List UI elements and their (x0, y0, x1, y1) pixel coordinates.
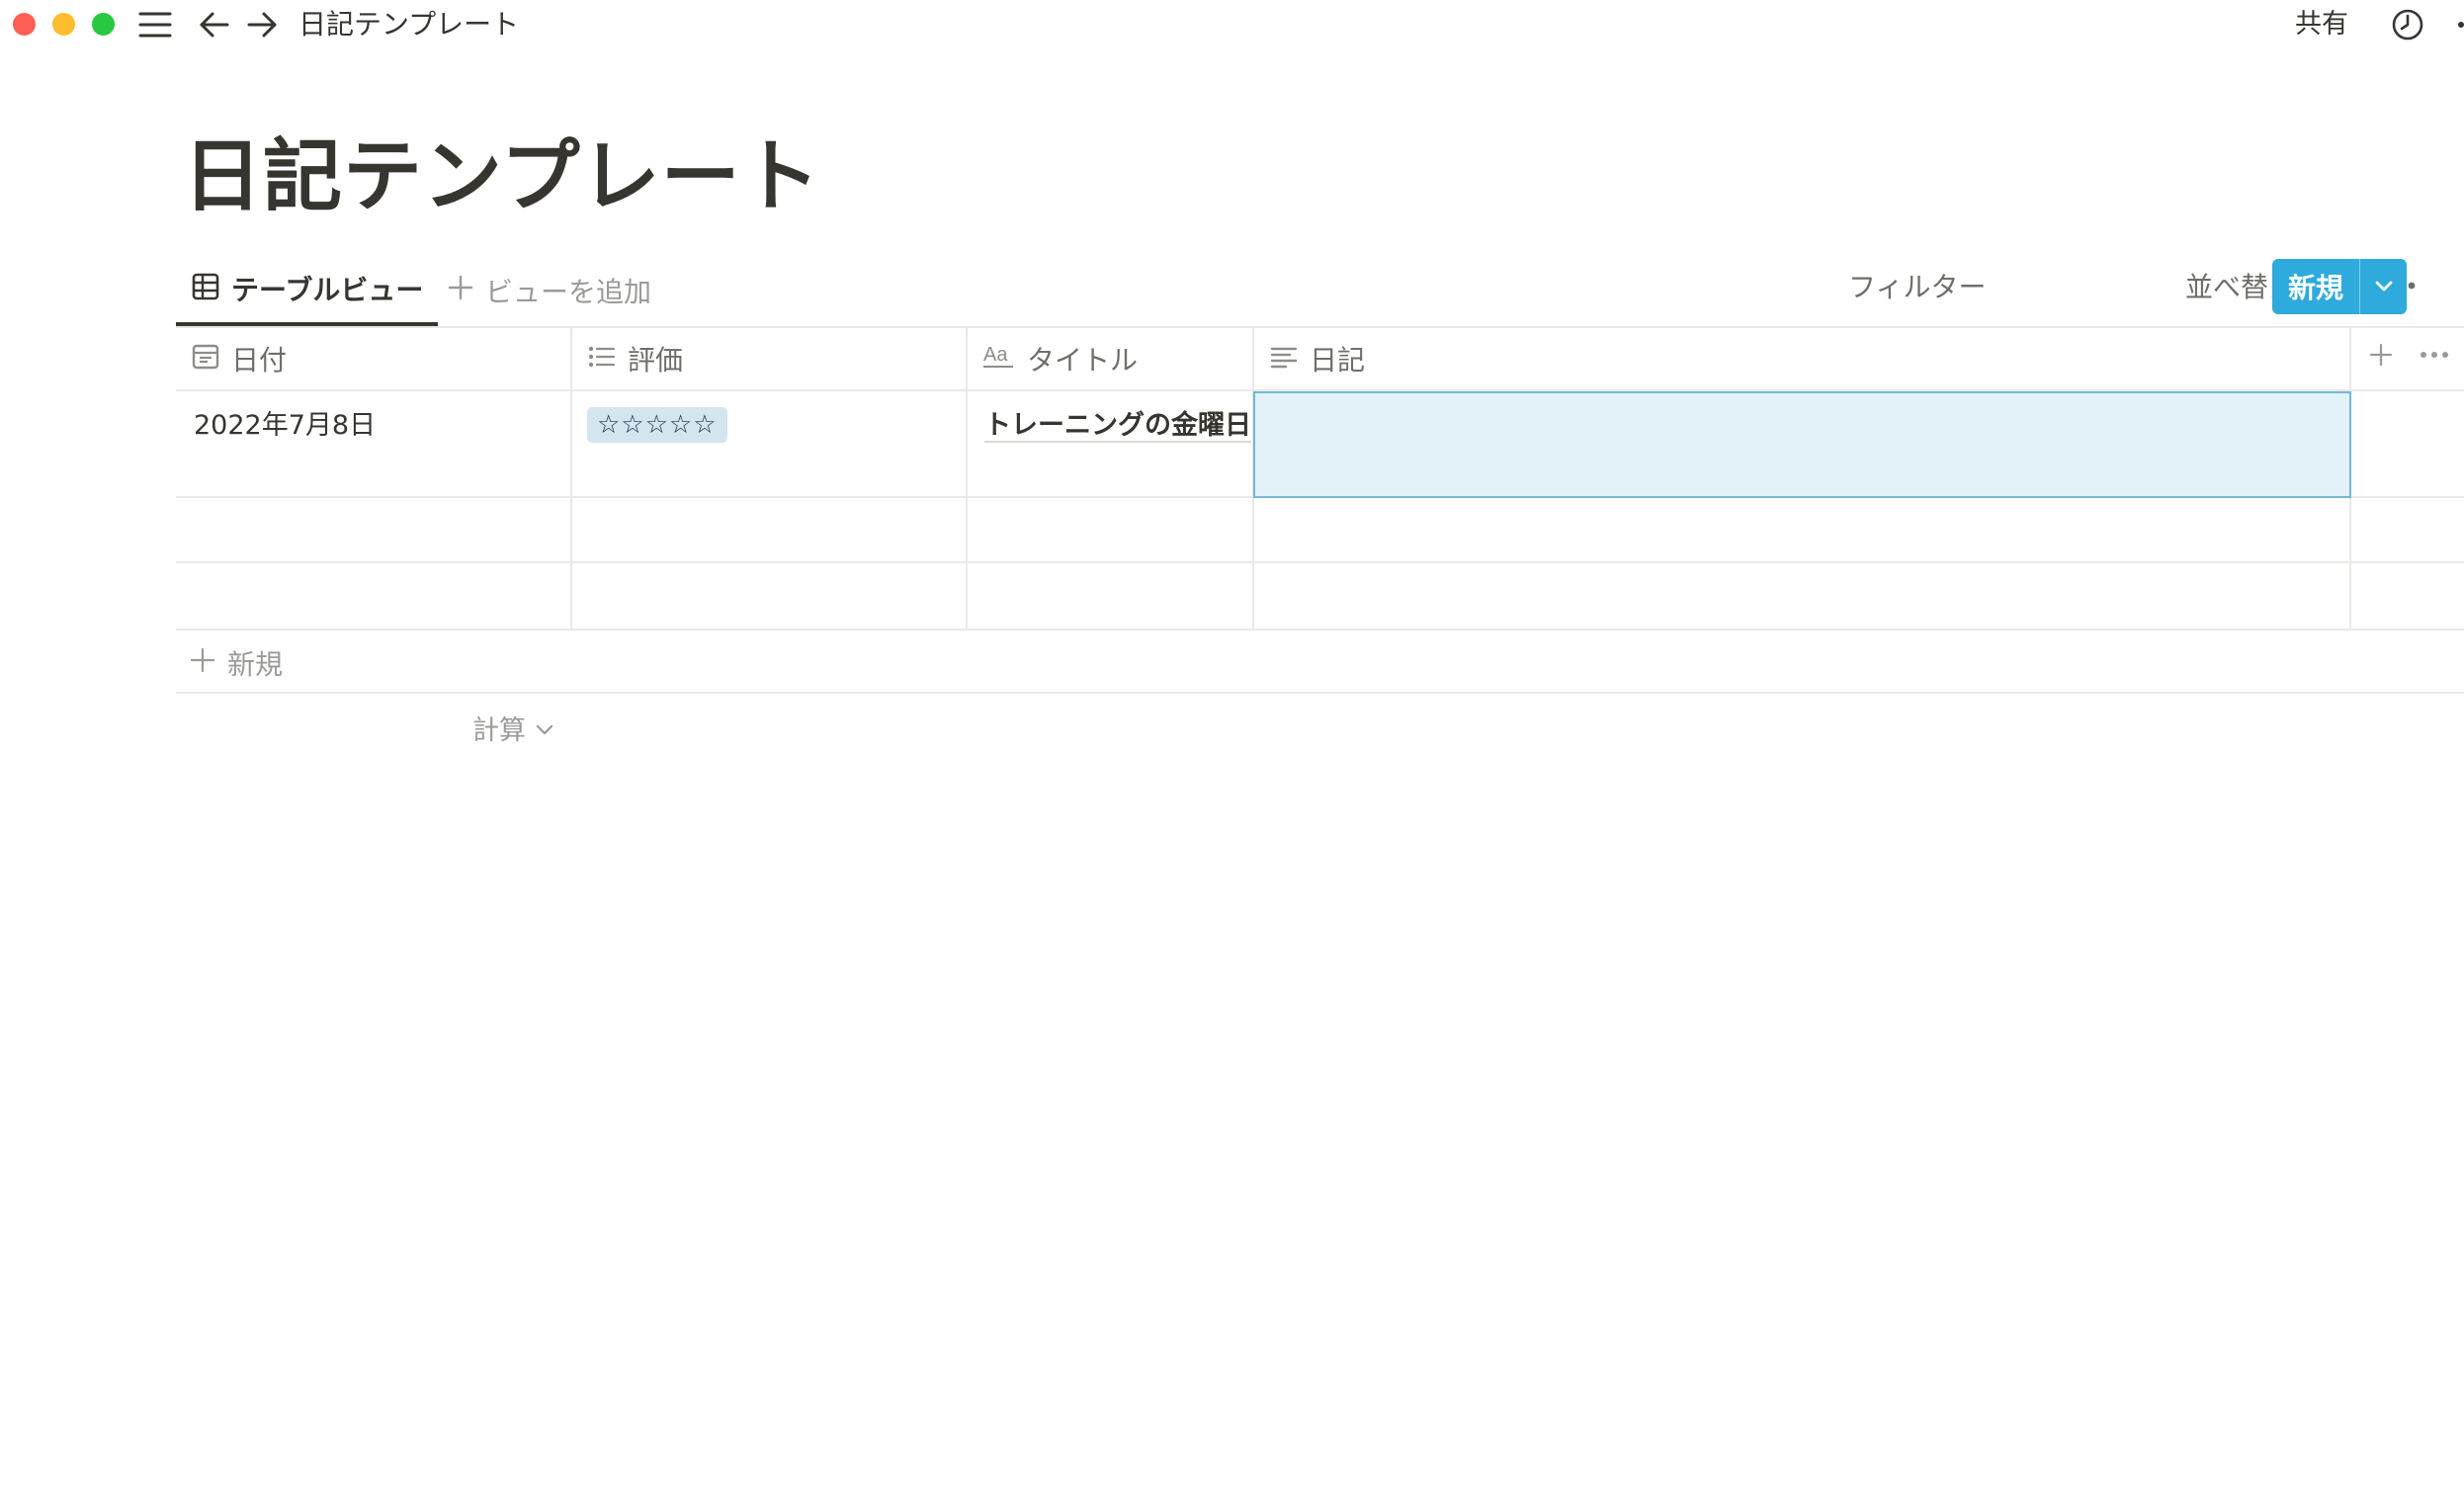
calendar-icon (192, 342, 219, 377)
column-header-diary[interactable]: 日記 (1254, 326, 2349, 391)
back-arrow-icon[interactable] (198, 8, 231, 42)
svg-text:Aa: Aa (983, 344, 1008, 366)
window-titlebar: 日記テンプレート 共有 (0, 0, 2464, 49)
window-close-button[interactable] (13, 13, 36, 36)
row-border (176, 629, 2464, 630)
paragraph-icon (1270, 343, 1298, 376)
tab-table-view[interactable]: テーブルビュー (176, 255, 438, 326)
column-more-icon[interactable] (2420, 342, 2449, 372)
breadcrumb[interactable]: 日記テンプレート (298, 6, 519, 43)
add-view-label: ビューを追加 (485, 276, 652, 308)
database-view-bar: テーブルビュー ビューを追加 フィルター 並べ替え (176, 255, 2464, 326)
rating-tag[interactable]: ☆☆☆☆☆ (587, 407, 727, 443)
add-row-label: 新規 (227, 648, 284, 681)
chevron-down-icon (2375, 278, 2393, 296)
list-icon (588, 343, 616, 376)
notion-page: 日記テンプレート 共有 日記テンプレート テーブルビュー ビューを追加 フィルタ… (0, 0, 2464, 1511)
table-row-empty[interactable] (176, 563, 2464, 629)
table-row-empty[interactable] (176, 498, 2464, 561)
share-button[interactable]: 共有 (2295, 6, 2348, 43)
title-link[interactable]: トレーニングの金曜日 (984, 410, 1251, 443)
column-header-rating[interactable]: 評価 (572, 326, 966, 391)
new-entry-button[interactable]: 新規 (2272, 259, 2359, 314)
add-property-icon[interactable] (2368, 342, 2394, 372)
window-zoom-button[interactable] (92, 13, 115, 36)
chevron-down-icon (536, 713, 553, 743)
column-header-title[interactable]: Aa タイトル (968, 326, 1252, 391)
add-view-button[interactable]: ビューを追加 (448, 255, 651, 326)
forward-arrow-icon[interactable] (245, 8, 279, 42)
cell-diary-selected[interactable] (1253, 391, 2351, 498)
tab-table-view-label: テーブルビュー (231, 274, 424, 306)
column-header-rating-label: 評価 (628, 344, 684, 377)
filter-button[interactable]: フィルター (1848, 255, 1986, 316)
more-options-icon[interactable] (2451, 12, 2464, 38)
add-row-bottom-border (176, 692, 2464, 694)
window-minimize-button[interactable] (52, 13, 75, 36)
add-row-button[interactable]: 新規 (176, 632, 283, 694)
new-button-group: 新規 (2272, 259, 2407, 314)
text-aa-icon: Aa (983, 343, 1015, 376)
cell-date[interactable]: 2022年7月8日 (194, 405, 376, 447)
plus-icon (190, 647, 215, 680)
column-header-date[interactable]: 日付 (176, 326, 570, 391)
new-template-dropdown[interactable] (2359, 259, 2407, 314)
history-clock-icon[interactable] (2390, 7, 2425, 42)
plus-icon (448, 275, 473, 307)
sidebar-menu-icon[interactable] (138, 8, 172, 42)
calculate-button[interactable]: 計算 (472, 698, 553, 757)
calculate-label: 計算 (472, 714, 526, 746)
column-header-date-label: 日付 (231, 344, 288, 377)
table-icon (192, 273, 219, 304)
column-header-diary-label: 日記 (1310, 344, 1366, 377)
cell-title[interactable]: トレーニングの金曜日 (984, 405, 1251, 447)
column-header-title-label: タイトル (1027, 344, 1139, 377)
page-title[interactable]: 日記テンプレート (183, 123, 821, 231)
